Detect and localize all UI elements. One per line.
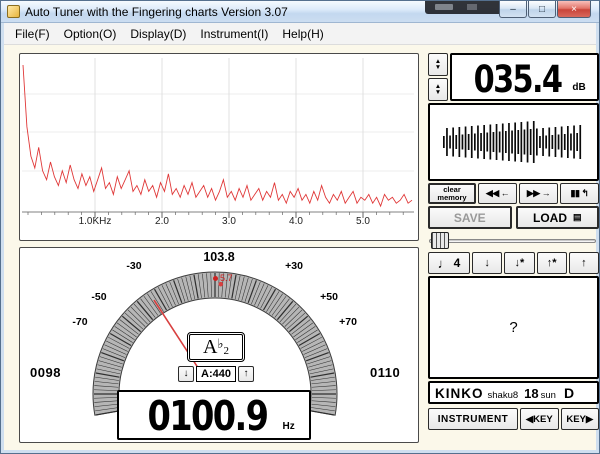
level-spin-buttons: ▲ ▼ ▲ ▼ [428, 53, 448, 101]
instrument-length-unit: sun [541, 390, 556, 401]
instrument-info: KINKO shaku8 18 sun D [428, 381, 599, 404]
fingering-chart-box: ? [428, 276, 599, 379]
app-icon [7, 5, 20, 18]
save-button[interactable]: SAVE [428, 206, 512, 229]
step-down-button[interactable]: ↓ [472, 252, 502, 274]
client-area: 1.0KHz 2.0 3.0 4.0 5.0 103.8 5.7 -70 -50… [4, 45, 596, 450]
range-low-value: 0098 [30, 365, 61, 380]
waveform-bars [431, 106, 596, 178]
key-down-button[interactable]: ◀KEY [520, 408, 559, 430]
window-title: Auto Tuner with the Fingering charts Ver… [25, 5, 288, 19]
frequency-unit: Hz [282, 421, 294, 432]
fingering-placeholder: ? [509, 319, 517, 336]
forward-button[interactable]: ▶▶ → [519, 183, 558, 204]
tuning-meter-panel: 103.8 5.7 -70 -50 -30 +30 +50 +70 0098 0… [19, 247, 419, 443]
instrument-length: 18 [524, 386, 538, 401]
app-window: Auto Tuner with the Fingering charts Ver… [0, 0, 600, 454]
x-axis-label: 4.0 [271, 216, 321, 227]
step-up-star-button[interactable]: ↑* [537, 252, 567, 274]
instrument-button[interactable]: INSTRUMENT [428, 408, 518, 430]
scale-label-minus70: -70 [65, 316, 95, 328]
reference-up-button[interactable]: ↑ [238, 366, 254, 382]
slider-track[interactable] [429, 239, 596, 243]
menu-help[interactable]: Help(H) [275, 24, 330, 44]
menu-option[interactable]: Option(O) [57, 24, 124, 44]
x-axis-label: 2.0 [137, 216, 187, 227]
slider-thumb[interactable] [431, 232, 449, 249]
rewind-button[interactable]: ◀◀ ← [478, 183, 517, 204]
bottom-button-row: INSTRUMENT ◀KEY KEY▶ [428, 408, 599, 430]
spectrum-panel: 1.0KHz 2.0 3.0 4.0 5.0 [19, 53, 419, 241]
memory-waveform-box [428, 103, 599, 181]
x-axis-label: 3.0 [204, 216, 254, 227]
maximize-button[interactable]: □ [528, 1, 556, 18]
level-value: 035.4 [474, 62, 562, 97]
transport-row: clear memory ◀◀ ← ▶▶ → ▮▮ ↰ [428, 183, 599, 204]
scale-label-minus30: -30 [119, 260, 149, 272]
spectrum-plot [20, 54, 418, 240]
note-letter: A [203, 336, 217, 359]
reference-pitch-row: ↓ A:440 ↑ [166, 365, 266, 382]
instrument-school: KINKO [435, 386, 484, 401]
volume-slider [428, 231, 599, 250]
note-icon: ♩ [438, 256, 451, 271]
level-range-lower-button[interactable]: ▲ ▼ [428, 78, 448, 101]
note-display: A ♭ 2 [187, 332, 245, 362]
window-controls: – □ × [498, 1, 591, 18]
frequency-value: 0100.9 [148, 397, 268, 436]
gauge-top-value: 103.8 [189, 250, 249, 264]
menu-display[interactable]: Display(D) [123, 24, 193, 44]
cents-value: 5.7 [220, 273, 233, 283]
save-load-row: SAVE LOAD ▤ [428, 206, 599, 229]
scale-label-plus50: +50 [314, 291, 344, 303]
load-label: LOAD [533, 211, 567, 225]
level-range-upper-button[interactable]: ▲ ▼ [428, 53, 448, 76]
instrument-type: shaku8 [488, 390, 519, 401]
load-button[interactable]: LOAD ▤ [516, 206, 600, 229]
x-axis-label: 1.0KHz [70, 216, 120, 227]
level-display: 035.4 dB [450, 53, 599, 101]
arrow-down-icon: ▼ [435, 65, 441, 71]
cents-readout: 5.7 [213, 273, 233, 283]
scale-label-plus30: +30 [279, 260, 309, 272]
minimize-button[interactable]: – [499, 1, 527, 18]
note-number: 4 [454, 256, 461, 270]
level-unit: dB [572, 82, 585, 93]
reference-down-button[interactable]: ↓ [178, 366, 194, 382]
menu-file[interactable]: File(F) [8, 24, 57, 44]
pause-button[interactable]: ▮▮ ↰ [560, 183, 599, 204]
instrument-key: D [564, 385, 574, 401]
note-display-inner: A ♭ 2 [189, 334, 243, 360]
reference-pitch-value: A:440 [196, 366, 236, 382]
scale-label-minus50: -50 [84, 291, 114, 303]
file-list-icon: ▤ [573, 212, 582, 223]
arrow-down-icon: ▼ [435, 90, 441, 96]
key-up-button[interactable]: KEY▶ [561, 408, 600, 430]
step-up-button[interactable]: ↑ [569, 252, 599, 274]
frequency-display: 0100.9 Hz [117, 390, 311, 440]
note-step-row: ♩ 4 ↓ ↓* ↑* ↑ [428, 252, 599, 274]
cents-marker-icon [213, 276, 218, 281]
note-select-button[interactable]: ♩ 4 [428, 252, 470, 274]
menu-bar: File(F) Option(O) Display(D) Instrument(… [4, 23, 596, 45]
note-octave: 2 [224, 345, 230, 357]
menu-instrument[interactable]: Instrument(I) [193, 24, 275, 44]
x-axis-label: 5.0 [338, 216, 388, 227]
step-down-star-button[interactable]: ↓* [504, 252, 534, 274]
range-high-value: 0110 [370, 365, 400, 380]
scale-label-plus70: +70 [333, 316, 363, 328]
close-button[interactable]: × [557, 1, 591, 18]
clear-memory-button[interactable]: clear memory [428, 183, 476, 204]
